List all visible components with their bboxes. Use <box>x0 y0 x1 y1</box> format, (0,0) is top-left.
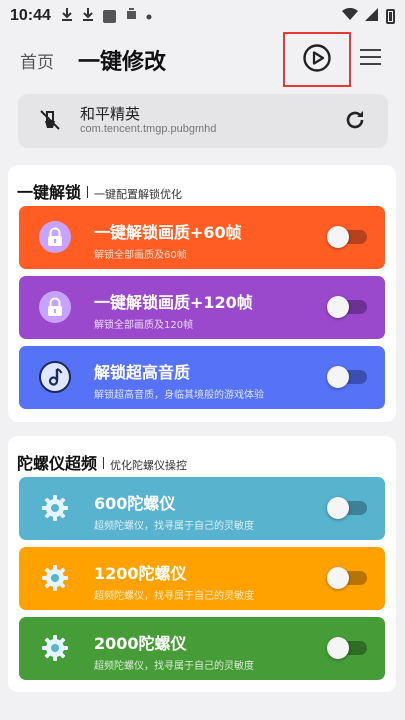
sim-icon <box>126 8 137 24</box>
download-icon <box>61 7 73 25</box>
unlock-section: 一键解锁 一键配置解锁优化 一键解锁画质+60帧 解锁全部画质及60帧 一键解锁… <box>8 165 396 422</box>
section-title: 一键解锁 <box>17 183 82 202</box>
section-title: 陀螺仪超频 <box>17 454 98 473</box>
menu-button[interactable] <box>360 45 382 73</box>
hifi-audio-card[interactable]: 解锁超高音质 解锁超高音质，身临其境般的游戏体验 <box>19 346 385 409</box>
menu-icon-bar <box>360 49 381 51</box>
selected-app-bar[interactable]: 和平精英 com.tencent.tmgp.pubgmhd <box>18 94 388 148</box>
gyro-section: 陀螺仪超频 优化陀螺仪操控 600陀螺仪 超频陀螺仪，找寻属于自己的灵敏度 12… <box>8 436 396 692</box>
signal-icon <box>365 7 379 25</box>
card-subtitle: 超频陀螺仪，找寻属于自己的灵敏度 <box>94 521 254 532</box>
lock-icon <box>39 291 71 323</box>
gyro-1200-toggle[interactable] <box>327 567 367 589</box>
unlock-60fps-toggle[interactable] <box>327 226 367 248</box>
section-subtitle: 一键配置解锁优化 <box>94 188 183 201</box>
wifi-icon <box>342 7 358 25</box>
menu-icon-bar <box>360 63 381 65</box>
gyro-600-card[interactable]: 600陀螺仪 超频陀螺仪，找寻属于自己的灵敏度 <box>19 477 385 540</box>
download-icon <box>82 7 94 25</box>
card-subtitle: 解锁全部画质及60帧 <box>94 250 187 261</box>
card-title: 一键解锁画质+120帧 <box>94 293 253 312</box>
app-bar: 首页 一键修改 <box>0 32 405 88</box>
toggle-knob <box>327 296 349 318</box>
gyro-1200-card[interactable]: 1200陀螺仪 超频陀螺仪，找寻属于自己的灵敏度 <box>19 547 385 610</box>
toggle-knob <box>327 637 349 659</box>
gear-icon <box>39 492 71 524</box>
unlock-120fps-toggle[interactable] <box>327 296 367 318</box>
app-package: com.tencent.tmgp.pubgmhd <box>80 123 217 135</box>
mute-brush-icon <box>38 108 62 136</box>
gyro-2000-toggle[interactable] <box>327 637 367 659</box>
home-link[interactable]: 首页 <box>20 48 54 73</box>
dot-icon <box>146 9 152 24</box>
status-time: 10:44 <box>10 7 51 24</box>
toggle-knob <box>327 366 349 388</box>
gear-icon <box>39 562 71 594</box>
section-header: 一键解锁 一键配置解锁优化 <box>17 179 182 203</box>
card-subtitle: 解锁全部画质及120帧 <box>94 320 194 331</box>
section-divider <box>103 457 105 469</box>
section-divider <box>87 186 89 198</box>
card-subtitle: 超频陀螺仪，找寻属于自己的灵敏度 <box>94 591 254 602</box>
app-square-icon <box>102 9 116 23</box>
card-title: 2000陀螺仪 <box>94 634 187 653</box>
card-subtitle: 解锁超高音质，身临其境般的游戏体验 <box>94 390 264 401</box>
toggle-knob <box>327 497 349 519</box>
battery-icon <box>386 8 395 24</box>
card-title: 一键解锁画质+60帧 <box>94 223 242 242</box>
menu-icon-bar <box>360 56 381 58</box>
hifi-audio-toggle[interactable] <box>327 366 367 388</box>
gyro-600-toggle[interactable] <box>327 497 367 519</box>
card-title: 解锁超高音质 <box>94 363 191 382</box>
refresh-icon[interactable] <box>343 108 367 136</box>
lock-icon <box>39 221 71 253</box>
music-note-icon <box>39 361 71 393</box>
page-title: 一键修改 <box>78 50 167 75</box>
status-bar: 10:44 <box>0 0 405 32</box>
toggle-knob <box>327 567 349 589</box>
section-subtitle: 优化陀螺仪操控 <box>110 459 188 472</box>
toggle-knob <box>327 226 349 248</box>
card-title: 600陀螺仪 <box>94 494 176 513</box>
app-name: 和平精英 <box>80 105 141 123</box>
gear-icon <box>39 632 71 664</box>
unlock-60fps-card[interactable]: 一键解锁画质+60帧 解锁全部画质及60帧 <box>19 206 385 269</box>
section-header: 陀螺仪超频 优化陀螺仪操控 <box>17 450 187 474</box>
card-subtitle: 超频陀螺仪，找寻属于自己的灵敏度 <box>94 661 254 672</box>
play-circle-icon <box>302 43 332 77</box>
unlock-120fps-card[interactable]: 一键解锁画质+120帧 解锁全部画质及120帧 <box>19 276 385 339</box>
play-button[interactable] <box>283 32 351 87</box>
gyro-2000-card[interactable]: 2000陀螺仪 超频陀螺仪，找寻属于自己的灵敏度 <box>19 617 385 680</box>
card-title: 1200陀螺仪 <box>94 564 187 583</box>
